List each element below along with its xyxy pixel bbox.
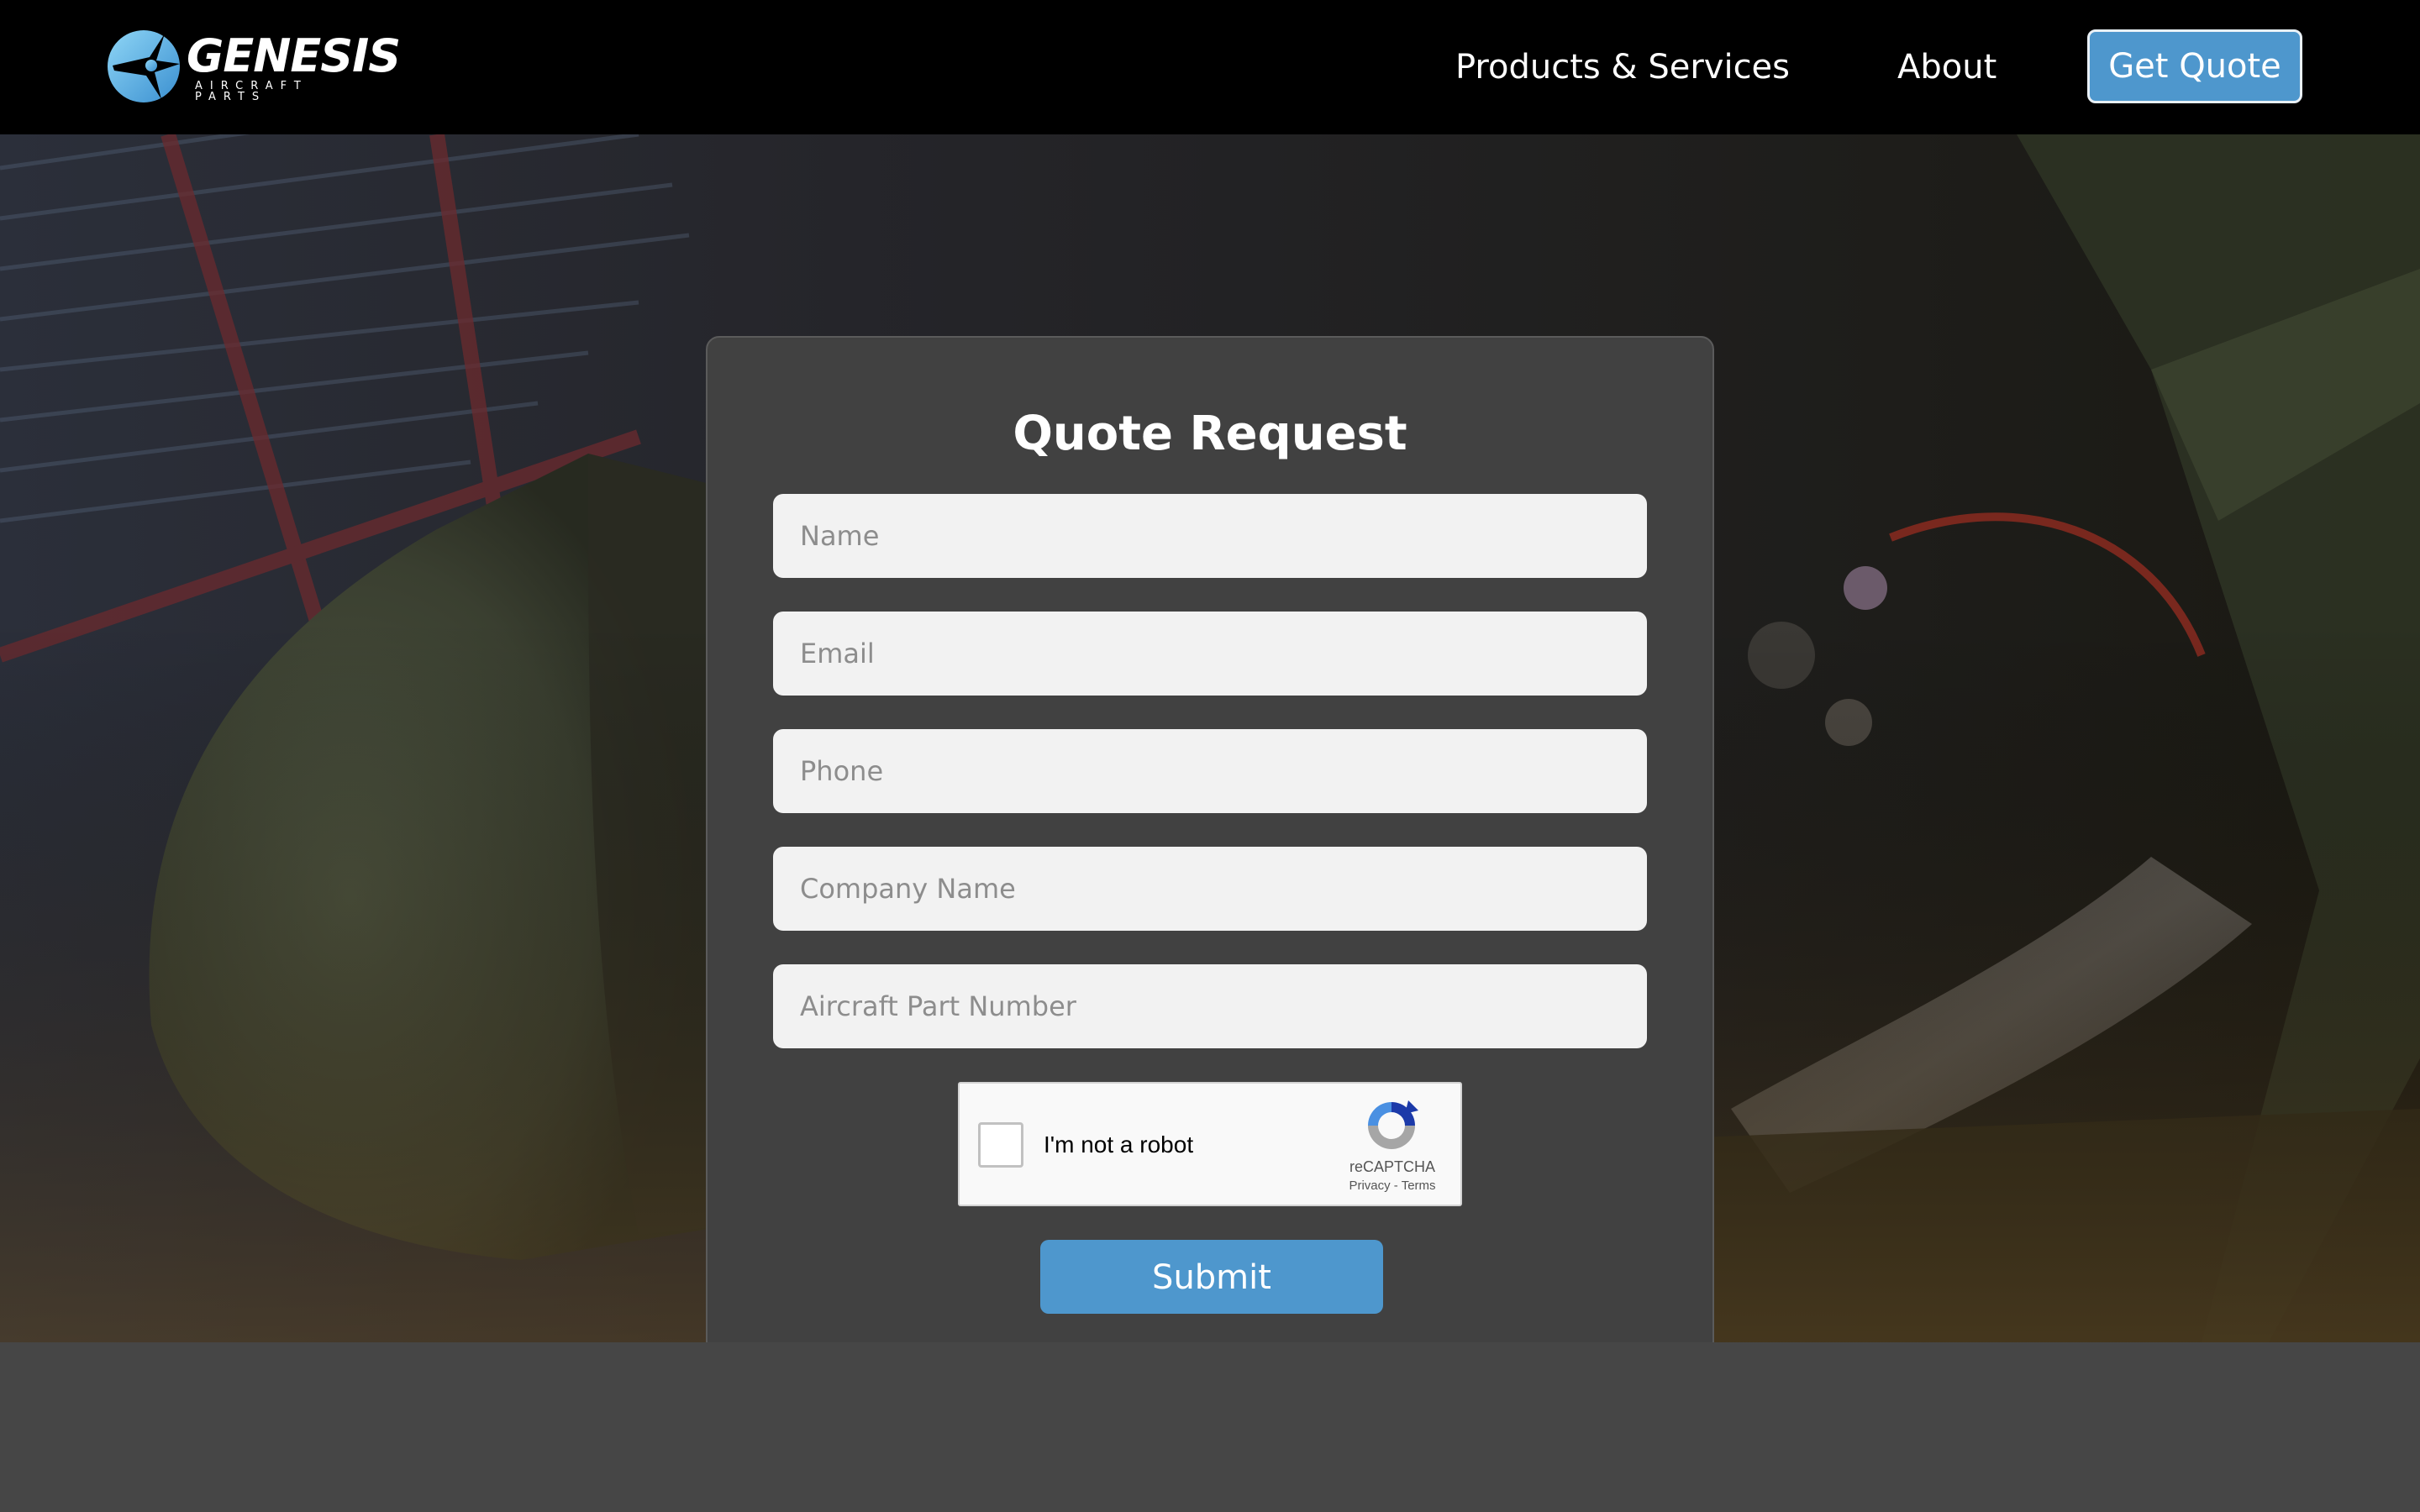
recaptcha-icon	[1368, 1100, 1418, 1149]
recaptcha-label: I'm not a robot	[1044, 1131, 1194, 1158]
get-quote-button[interactable]: Get Quote	[2087, 29, 2302, 103]
recaptcha-checkbox[interactable]	[978, 1122, 1023, 1168]
hero-section: Quote Request I'm not a robot reCAPTCHA …	[0, 134, 2420, 1342]
recaptcha-brand: reCAPTCHA	[1349, 1158, 1435, 1175]
brand-tagline: AIRCRAFT PARTS	[195, 80, 308, 103]
nav-about[interactable]: About	[1897, 44, 1996, 91]
name-input[interactable]	[773, 494, 1647, 578]
email-input[interactable]	[773, 612, 1647, 696]
recaptcha-separator: -	[1390, 1179, 1402, 1193]
footer-area	[0, 1342, 2420, 1512]
brand-name: GENESIS	[187, 29, 401, 82]
recaptcha-widget: I'm not a robot reCAPTCHA Privacy - Term…	[958, 1082, 1462, 1206]
recaptcha-privacy-link[interactable]: Privacy	[1349, 1179, 1390, 1193]
quote-request-form: Quote Request I'm not a robot reCAPTCHA …	[706, 336, 1714, 1342]
genesis-logo-icon	[108, 30, 180, 102]
recaptcha-links: Privacy - Terms	[1329, 1178, 1455, 1194]
recaptcha-terms-link[interactable]: Terms	[1402, 1179, 1436, 1193]
nav-products-services[interactable]: Products & Services	[1455, 44, 1790, 91]
company-name-input[interactable]	[773, 847, 1647, 931]
brand-logo[interactable]: GENESIS AIRCRAFT PARTS	[106, 29, 401, 104]
site-header: GENESIS AIRCRAFT PARTS Products & Servic…	[0, 0, 2420, 134]
form-title: Quote Request	[1013, 407, 1407, 461]
phone-input[interactable]	[773, 729, 1647, 813]
aircraft-part-number-input[interactable]	[773, 964, 1647, 1048]
submit-button[interactable]: Submit	[1040, 1240, 1383, 1314]
